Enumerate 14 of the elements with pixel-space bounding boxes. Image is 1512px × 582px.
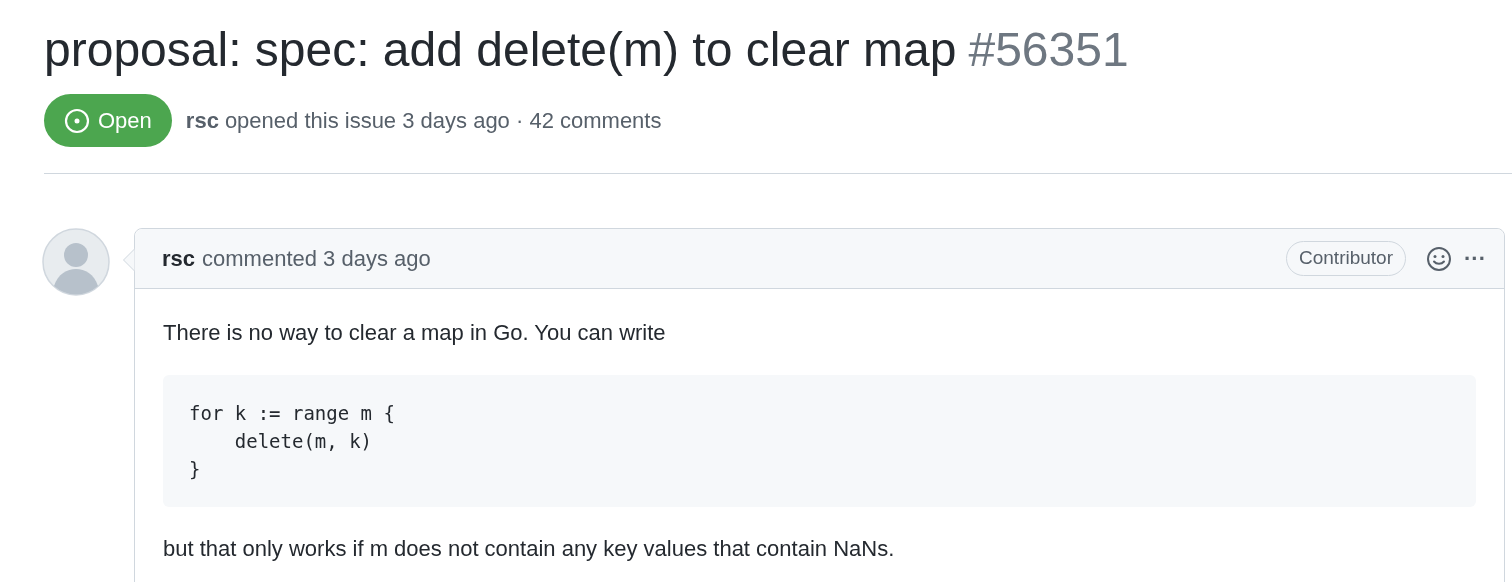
avatar-icon — [42, 228, 110, 296]
issue-title: proposal: spec: add delete(m) to clear map — [44, 22, 957, 78]
comment-paragraph: but that only works if m does not contain any key values that contain NaNs. — [163, 535, 896, 563]
open-circle-icon — [64, 107, 90, 134]
issue-author[interactable]: rsc — [185, 104, 219, 137]
status-badge: Open — [44, 94, 172, 147]
issue-number: #56351 — [968, 22, 1129, 78]
issue-meta: opened this issue 3 days ago · 42 comments — [224, 107, 662, 135]
comment-author[interactable]: rsc — [162, 242, 196, 275]
comment-paragraph: There is no way to clear a map in Go. You can write — [163, 319, 667, 347]
code-block: for k := range m { delete(m, k) } — [163, 375, 1476, 507]
more-button[interactable]: ··· — [1464, 247, 1486, 270]
comment-meta: commented 3 days ago — [202, 245, 431, 273]
smiley-icon[interactable] — [1426, 245, 1452, 272]
